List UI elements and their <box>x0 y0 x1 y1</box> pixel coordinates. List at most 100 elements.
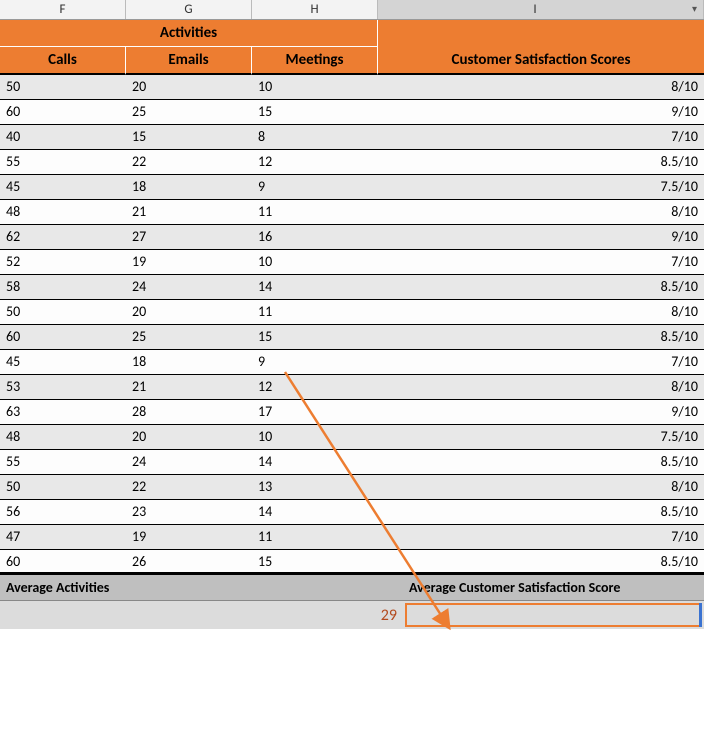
cell-meetings[interactable]: 11 <box>252 300 378 324</box>
cell-calls[interactable]: 50 <box>0 300 126 324</box>
cell-meetings[interactable]: 16 <box>252 225 378 249</box>
cell-emails[interactable]: 15 <box>126 125 252 149</box>
header-activities: Activities <box>0 20 378 47</box>
cell-meetings[interactable]: 10 <box>252 250 378 274</box>
cell-emails[interactable]: 22 <box>126 150 252 174</box>
cell-calls[interactable]: 56 <box>0 500 126 524</box>
cell-score[interactable]: 7.5/10 <box>378 425 704 449</box>
cell-score[interactable]: 9/10 <box>378 100 704 124</box>
avg-satisfaction-cell[interactable] <box>405 603 701 627</box>
cell-emails[interactable]: 24 <box>126 275 252 299</box>
cell-emails[interactable]: 22 <box>126 475 252 499</box>
cell-meetings[interactable]: 8 <box>252 125 378 149</box>
cell-score[interactable]: 7/10 <box>378 250 704 274</box>
cell-emails[interactable]: 27 <box>126 225 252 249</box>
table-row: 5623148.5/10 <box>0 500 704 525</box>
cell-emails[interactable]: 23 <box>126 500 252 524</box>
cell-calls[interactable]: 45 <box>0 175 126 199</box>
cell-calls[interactable]: 55 <box>0 450 126 474</box>
footer-value-row: 29 <box>0 601 704 629</box>
cell-meetings[interactable]: 12 <box>252 375 378 399</box>
cell-calls[interactable]: 50 <box>0 475 126 499</box>
avg-activities-value[interactable]: 29 <box>0 606 403 625</box>
cell-emails[interactable]: 26 <box>126 550 252 572</box>
cell-score[interactable]: 8.5/10 <box>378 325 704 349</box>
cell-meetings[interactable]: 15 <box>252 100 378 124</box>
column-header-g[interactable]: G <box>126 0 252 19</box>
cell-emails[interactable]: 20 <box>126 300 252 324</box>
cell-calls[interactable]: 58 <box>0 275 126 299</box>
cell-calls[interactable]: 48 <box>0 425 126 449</box>
cell-meetings[interactable]: 15 <box>252 325 378 349</box>
cell-calls[interactable]: 45 <box>0 350 126 374</box>
cell-meetings[interactable]: 14 <box>252 500 378 524</box>
cell-emails[interactable]: 25 <box>126 325 252 349</box>
cell-emails[interactable]: 25 <box>126 100 252 124</box>
cell-score[interactable]: 8/10 <box>378 475 704 499</box>
cell-score[interactable]: 8/10 <box>378 375 704 399</box>
column-header-row: F G H I ▾ <box>0 0 704 20</box>
cell-score[interactable]: 7.5/10 <box>378 175 704 199</box>
cell-emails[interactable]: 21 <box>126 200 252 224</box>
header-satisfaction-top <box>378 20 704 47</box>
cell-meetings[interactable]: 11 <box>252 200 378 224</box>
cell-emails[interactable]: 28 <box>126 400 252 424</box>
cell-score[interactable]: 8.5/10 <box>378 550 704 572</box>
cell-emails[interactable]: 18 <box>126 175 252 199</box>
cell-score[interactable]: 8/10 <box>378 300 704 324</box>
table-row: 5219107/10 <box>0 250 704 275</box>
cell-score[interactable]: 8/10 <box>378 200 704 224</box>
cell-emails[interactable]: 19 <box>126 250 252 274</box>
spacer <box>0 629 704 639</box>
chevron-down-icon[interactable]: ▾ <box>692 2 697 15</box>
cell-score[interactable]: 8.5/10 <box>378 275 704 299</box>
cell-meetings[interactable]: 15 <box>252 550 378 572</box>
cell-calls[interactable]: 48 <box>0 200 126 224</box>
cell-meetings[interactable]: 10 <box>252 75 378 99</box>
avg-activities-label: Average Activities <box>0 575 403 601</box>
cell-score[interactable]: 7/10 <box>378 525 704 549</box>
cell-calls[interactable]: 47 <box>0 525 126 549</box>
cell-emails[interactable]: 18 <box>126 350 252 374</box>
table-row: 6025158.5/10 <box>0 325 704 350</box>
cell-meetings[interactable]: 14 <box>252 450 378 474</box>
cell-score[interactable]: 7/10 <box>378 125 704 149</box>
cell-calls[interactable]: 62 <box>0 225 126 249</box>
cell-meetings[interactable]: 10 <box>252 425 378 449</box>
column-header-f[interactable]: F <box>0 0 126 19</box>
cell-emails[interactable]: 21 <box>126 375 252 399</box>
cell-score[interactable]: 8/10 <box>378 75 704 99</box>
cell-score[interactable]: 9/10 <box>378 225 704 249</box>
cell-emails[interactable]: 19 <box>126 525 252 549</box>
cell-calls[interactable]: 40 <box>0 125 126 149</box>
cell-calls[interactable]: 60 <box>0 550 126 572</box>
cell-emails[interactable]: 24 <box>126 450 252 474</box>
cell-meetings[interactable]: 9 <box>252 350 378 374</box>
cell-calls[interactable]: 52 <box>0 250 126 274</box>
cell-meetings[interactable]: 14 <box>252 275 378 299</box>
cell-score[interactable]: 8.5/10 <box>378 500 704 524</box>
cell-meetings[interactable]: 12 <box>252 150 378 174</box>
column-header-i[interactable]: I ▾ <box>378 0 704 19</box>
column-header-h[interactable]: H <box>252 0 378 19</box>
table-row: 5020118/10 <box>0 300 704 325</box>
cell-score[interactable]: 9/10 <box>378 400 704 424</box>
cell-calls[interactable]: 63 <box>0 400 126 424</box>
cell-meetings[interactable]: 11 <box>252 525 378 549</box>
header-meetings: Meetings <box>252 47 378 75</box>
cell-meetings[interactable]: 9 <box>252 175 378 199</box>
cell-score[interactable]: 7/10 <box>378 350 704 374</box>
cell-calls[interactable]: 55 <box>0 150 126 174</box>
cell-calls[interactable]: 60 <box>0 100 126 124</box>
cell-emails[interactable]: 20 <box>126 425 252 449</box>
cell-meetings[interactable]: 17 <box>252 400 378 424</box>
cell-score[interactable]: 8.5/10 <box>378 450 704 474</box>
cell-calls[interactable]: 53 <box>0 375 126 399</box>
cell-calls[interactable]: 60 <box>0 325 126 349</box>
table-row: 451897.5/10 <box>0 175 704 200</box>
avg-satisfaction-label: Average Customer Satisfaction Score <box>403 575 704 601</box>
cell-meetings[interactable]: 13 <box>252 475 378 499</box>
cell-score[interactable]: 8.5/10 <box>378 150 704 174</box>
cell-emails[interactable]: 20 <box>126 75 252 99</box>
cell-calls[interactable]: 50 <box>0 75 126 99</box>
